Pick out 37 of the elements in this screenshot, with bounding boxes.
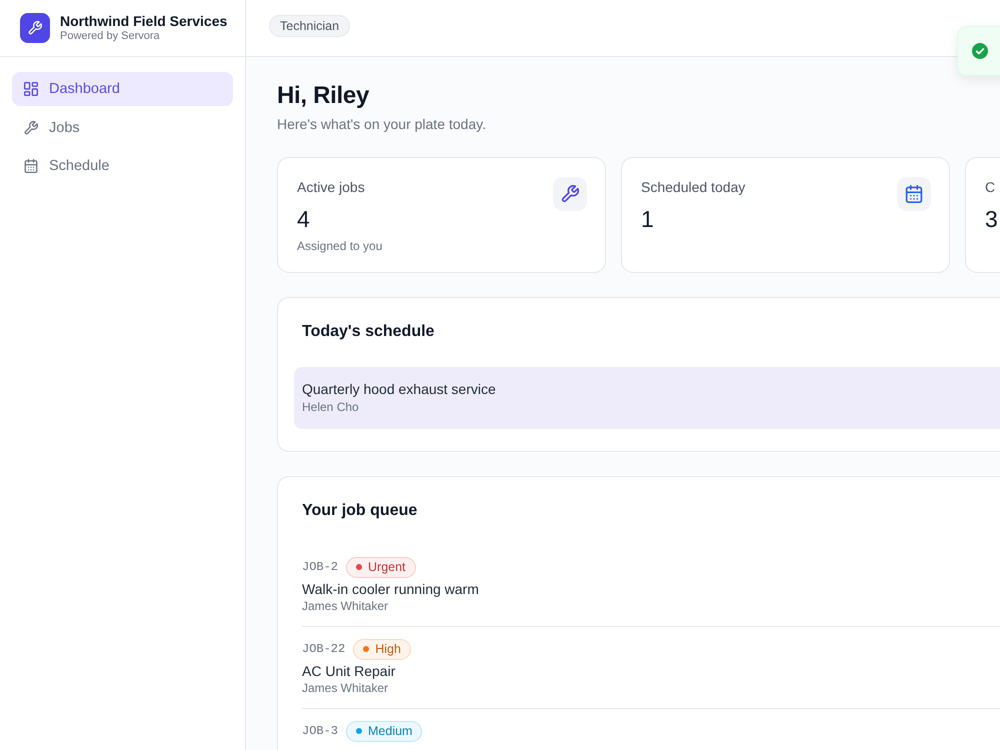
brand-name: Northwind Field Services (60, 12, 228, 30)
priority-badge: Medium (346, 720, 422, 742)
sidebar-nav-item[interactable]: Schedule (12, 149, 233, 183)
sidebar-nav-item[interactable]: Jobs (12, 110, 233, 144)
dashboard-grid-icon (24, 82, 38, 96)
job-title: Walk-in cooler running warm (302, 580, 480, 598)
stat-value: 1 (641, 205, 655, 234)
wrench-icon (24, 120, 38, 134)
card-title: Your job queue (302, 501, 418, 521)
calendar-icon (24, 159, 38, 173)
customer-name: James Whitaker (302, 598, 390, 614)
card-title: Today's schedule (301, 322, 436, 342)
priority-badge: High (353, 638, 411, 660)
job-id: JOB-3 (302, 724, 338, 738)
greeting-subtitle: Here's what's on your plate today. (277, 115, 487, 134)
role-badge: Technician (269, 15, 350, 37)
job-id: JOB-2 (302, 560, 338, 574)
job-title: Quarterly hood exhaust service (302, 380, 497, 399)
job-id: JOB-22 (302, 642, 346, 656)
sidebar-nav-item[interactable]: Dashboard (12, 72, 233, 106)
wrench-logo-icon (20, 12, 50, 42)
customer-name: Helen Cho (302, 399, 360, 415)
stat-label: Active jobs (297, 178, 366, 197)
greeting-title: Hi, Riley (277, 81, 370, 111)
check-circle-icon (972, 43, 988, 59)
stat-note: Assigned to you (297, 238, 382, 254)
brand-tagline: Powered by Servora (60, 30, 161, 42)
customer-name: James Whitaker (302, 680, 390, 696)
calendar-icon (897, 177, 931, 211)
job-title: AC Unit Repair (302, 662, 396, 680)
stat-label: Scheduled today (641, 178, 746, 197)
schedule-item[interactable]: Quarterly hood exhaust service Helen Cho (294, 367, 1000, 429)
priority-badge: Urgent (346, 556, 416, 578)
stat-value: 3 (985, 205, 998, 234)
stat-label: C (985, 178, 996, 197)
stat-value: 4 (297, 205, 311, 234)
wrench-icon (553, 177, 587, 211)
